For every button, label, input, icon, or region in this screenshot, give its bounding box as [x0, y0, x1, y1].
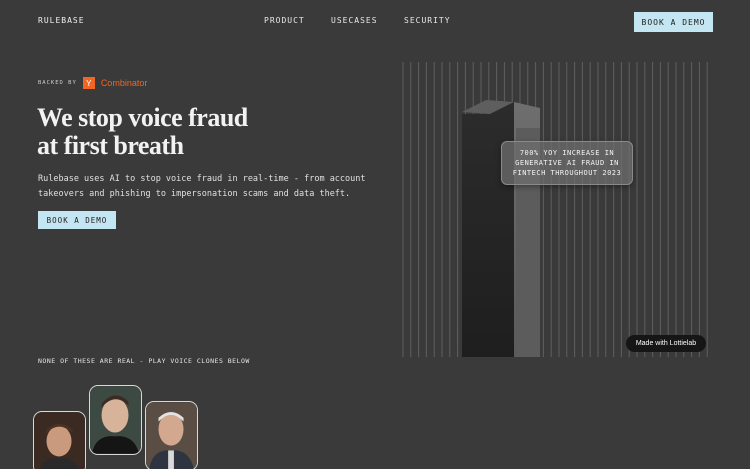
lottielab-badge[interactable]: Made with Lottielab: [626, 335, 706, 352]
voice-clone-avatar-1[interactable]: [33, 411, 86, 469]
ycombinator-name: Combinator: [100, 78, 148, 88]
headline-line-1: We stop voice fraud: [37, 103, 248, 132]
avatar-1-portrait: [34, 412, 85, 469]
avatar-3-portrait: [146, 402, 197, 469]
hero-book-demo-button[interactable]: BOOK A DEMO: [38, 211, 116, 229]
voice-clones-label: NONE OF THESE ARE REAL - PLAY VOICE CLON…: [38, 357, 250, 365]
fraud-growth-animation: [402, 62, 713, 357]
ycombinator-logo-icon: Y: [82, 77, 95, 89]
avatar-2-portrait: [90, 386, 141, 454]
background-lines: [402, 62, 708, 357]
nav-security[interactable]: SECURITY: [404, 16, 451, 25]
backed-by-label: BACKED BY: [38, 80, 77, 86]
hero-subtext: Rulebase uses AI to stop voice fraud in …: [38, 174, 366, 199]
nav-product[interactable]: PRODUCT: [264, 16, 305, 25]
animation-canvas: [402, 62, 708, 357]
headline-line-2: at first breath: [37, 131, 184, 160]
voice-clone-avatar-3[interactable]: [145, 401, 198, 469]
backed-by-row: BACKED BY Y Combinator: [38, 77, 147, 89]
nav-usecases[interactable]: USECASES: [331, 16, 378, 25]
header-book-demo-button[interactable]: BOOK A DEMO: [634, 12, 713, 32]
hero-headline: We stop voice fraud at first breath: [37, 104, 357, 160]
voice-clone-avatar-2[interactable]: [89, 385, 142, 455]
brand-logo[interactable]: RULEBASE: [38, 16, 85, 25]
fraud-stat-card: 700% YOY INCREASE IN GENERATIVE AI FRAUD…: [501, 141, 633, 185]
